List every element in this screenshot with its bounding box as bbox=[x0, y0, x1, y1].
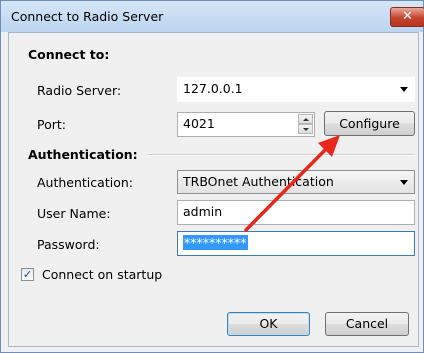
annotation-arrow bbox=[244, 135, 340, 232]
annotation-arrow-line bbox=[244, 146, 329, 232]
